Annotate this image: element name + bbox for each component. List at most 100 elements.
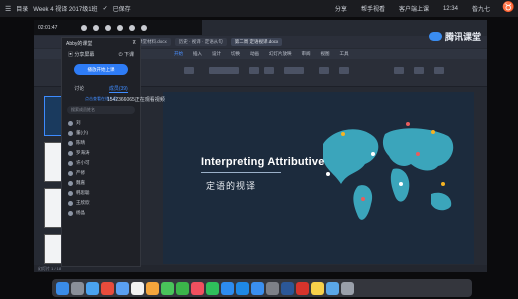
member-name: 董(小) — [76, 130, 88, 135]
replace-icon[interactable] — [414, 67, 424, 74]
list-item[interactable]: 韩思聪 — [68, 188, 134, 198]
avatar — [68, 210, 73, 216]
viewer-notice: 1542366065正在观看视频 — [107, 97, 165, 103]
tab-members[interactable]: 成员(39) — [108, 85, 128, 93]
list-item[interactable]: 魏嘉 — [68, 178, 134, 188]
menu-animation[interactable]: 动画 — [250, 51, 259, 57]
member-name: 刘 — [76, 120, 81, 125]
cloud-logo-icon — [428, 32, 442, 41]
wps-icon[interactable] — [296, 281, 309, 295]
tencent-classroom-icon[interactable] — [236, 281, 249, 295]
messages-icon[interactable] — [161, 281, 174, 295]
word-icon[interactable] — [281, 281, 294, 295]
list-item[interactable]: 罗海涛 — [68, 148, 134, 158]
italic-icon[interactable] — [264, 67, 274, 74]
avatar — [68, 170, 73, 176]
app-store-icon[interactable] — [251, 281, 264, 295]
tab-discussion[interactable]: 讨论 — [74, 85, 84, 93]
panel-title: Abby的课堂 — [66, 40, 93, 47]
menu-time: 12:34 — [442, 5, 458, 12]
menu-outline[interactable]: 目录 — [16, 4, 28, 13]
start-class-button[interactable]: 播放开始上课 — [74, 64, 128, 75]
menu-item-share[interactable]: 分享 — [335, 4, 347, 13]
member-search-input[interactable]: 搜索成员姓名 — [67, 106, 135, 114]
world-map-illustration — [323, 122, 454, 220]
eraser-icon[interactable] — [105, 24, 112, 31]
marker-icon[interactable] — [93, 24, 100, 31]
settings-icon[interactable] — [141, 24, 148, 31]
menu-insert[interactable]: 插入 — [193, 51, 202, 57]
font-icon[interactable] — [209, 67, 239, 74]
folder-icon[interactable] — [326, 281, 339, 295]
classroom-panel: Abby的课堂 ⊼ ▣ 分享屏幕 ⏻ 下课 播放开始上课 讨论 成员(39) 点… — [61, 37, 141, 267]
align-icon[interactable] — [284, 67, 304, 74]
select-icon[interactable] — [434, 67, 444, 74]
avatar — [68, 130, 73, 136]
menu-design[interactable]: 设计 — [212, 51, 221, 57]
list-item[interactable]: 杨晶 — [68, 208, 134, 218]
tab-doc-3[interactable]: 第二周 定语视译.docx — [230, 38, 283, 46]
music-icon[interactable] — [191, 281, 204, 295]
menu-slideshow[interactable]: 幻灯片放映 — [269, 51, 292, 57]
arrange-icon[interactable] — [339, 67, 349, 74]
safari-icon[interactable] — [86, 281, 99, 295]
finder-icon[interactable] — [56, 281, 69, 295]
shape-icon[interactable] — [319, 67, 329, 74]
avatar — [68, 200, 73, 206]
menu-tools[interactable]: 工具 — [340, 51, 349, 57]
member-name: 罗海涛 — [76, 150, 90, 155]
find-icon[interactable] — [394, 67, 404, 74]
dock — [52, 279, 472, 297]
avatar — [68, 190, 73, 196]
menu-view[interactable]: 视图 — [321, 51, 330, 57]
app-logo-icon: ♉ — [502, 2, 515, 13]
mic-icon[interactable] — [117, 24, 124, 31]
slide-subtitle: 定语的视译 — [206, 181, 257, 191]
menu-transition[interactable]: 切换 — [231, 51, 240, 57]
list-item[interactable]: 严修 — [68, 168, 134, 178]
outline-icon[interactable]: ☰ — [5, 5, 11, 13]
doc-title[interactable]: Week 4 视译 2017级1班 — [33, 4, 97, 13]
calendar-icon[interactable] — [131, 281, 144, 295]
facetime-icon[interactable] — [176, 281, 189, 295]
tab-doc-2[interactable]: 历史 · 视译 · 定语从句 — [174, 38, 227, 46]
list-item[interactable]: 王欣欣 — [68, 198, 134, 208]
trash-icon[interactable] — [341, 281, 354, 295]
menu-item-helper[interactable]: 帮手视看 — [361, 4, 385, 13]
menu-user[interactable]: 昝九七 — [472, 4, 490, 13]
live-control-bar: 02:01:47 — [34, 20, 202, 35]
wechat-icon[interactable] — [206, 281, 219, 295]
member-name: 魏嘉 — [76, 180, 85, 185]
list-item[interactable]: 许小可 — [68, 158, 134, 168]
menu-item-client[interactable]: 客户端上课 — [399, 4, 429, 13]
camera-icon[interactable] — [129, 24, 136, 31]
avatar — [68, 150, 73, 156]
menu-review[interactable]: 审阅 — [302, 51, 311, 57]
avatar — [68, 120, 73, 126]
list-item[interactable]: 陈晴 — [68, 138, 134, 148]
menu-start[interactable]: 开始 — [174, 51, 183, 57]
list-item[interactable]: 刘 — [68, 118, 134, 128]
app-menubar: ☰ 目录 Week 4 视译 2017级1班 ✓ 已保存 分享 帮手视看 客户端… — [0, 0, 518, 17]
paste-icon[interactable] — [184, 67, 194, 74]
brand-name: 腾讯课堂 — [444, 32, 481, 42]
pen-icon[interactable] — [81, 24, 88, 31]
photos-icon[interactable] — [146, 281, 159, 295]
chrome-icon[interactable] — [101, 281, 114, 295]
avatar — [68, 140, 73, 146]
pin-icon[interactable]: ⊼ — [132, 40, 136, 46]
qq-icon[interactable] — [221, 281, 234, 295]
bold-icon[interactable] — [249, 67, 259, 74]
panel-tabs: 讨论 成员(39) — [62, 85, 140, 93]
slide-canvas[interactable]: Interpreting Attributive 定语的视译 — [163, 92, 474, 264]
notes-icon[interactable] — [311, 281, 324, 295]
preferences-icon[interactable] — [266, 281, 279, 295]
slide-divider — [201, 172, 281, 173]
launchpad-icon[interactable] — [71, 281, 84, 295]
share-screen-button[interactable]: ▣ 分享屏幕 — [68, 51, 94, 58]
saved-check-icon: ✓ — [102, 6, 108, 12]
list-item[interactable]: 董(小) — [68, 128, 134, 138]
member-list: 刘 董(小) 陈晴 罗海涛 许小可 严修 魏嘉 韩思聪 王欣欣 杨晶 — [62, 118, 140, 218]
end-class-button[interactable]: ⏻ 下课 — [119, 51, 134, 58]
mail-icon[interactable] — [116, 281, 129, 295]
